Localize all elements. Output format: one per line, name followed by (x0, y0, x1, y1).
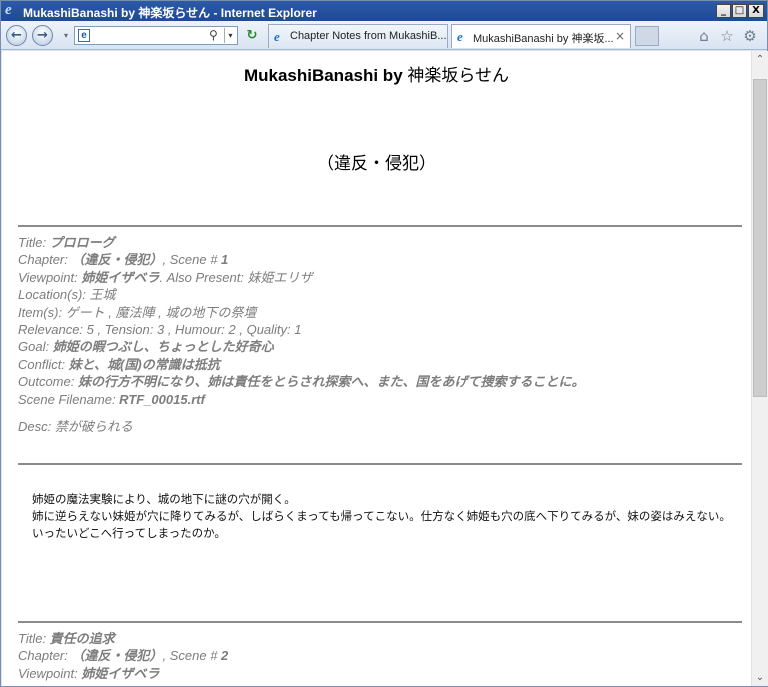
search-icon[interactable]: ⚲ (209, 28, 223, 43)
home-icon[interactable]: ⌂ (695, 27, 713, 45)
scene-also-present: 妹姫エリザ (247, 269, 313, 285)
synopsis-line: いったいどこへ行ってしまったのか。 (32, 526, 226, 540)
label: Title: (18, 631, 50, 646)
maximize-button[interactable]: □ (732, 4, 747, 18)
page-title: MukashiBanashi by 神楽坂らせん (2, 61, 751, 86)
scene-title-line: Title: 責任の追求 (18, 630, 742, 647)
scroll-down-icon[interactable]: ⌄ (752, 669, 768, 686)
scene-title-line: Title: プロローグ (18, 234, 742, 251)
minimize-button[interactable]: _ (716, 4, 731, 18)
window-title: MukashiBanashi by 神楽坂らせん - Internet Expl… (23, 6, 317, 20)
scene-chapter: （違反・侵犯） (71, 252, 163, 268)
title-bar[interactable]: e MukashiBanashi by 神楽坂らせん - Internet Ex… (1, 1, 767, 21)
label: Title: (18, 235, 50, 250)
forward-button[interactable]: → (32, 25, 53, 46)
scroll-up-icon[interactable]: ⌃ (752, 51, 768, 68)
scene-viewpoint: 姉姫イザベラ (81, 665, 160, 681)
ie-tab-icon: e (274, 29, 280, 44)
label: Goal: (18, 339, 53, 355)
scene-items: ゲート , 魔法陣 , 城の地下の祭壇 (65, 304, 257, 320)
scene-title: プロローグ (49, 235, 115, 250)
scene-filename: RTF_00015.rtf (119, 391, 205, 407)
scene-title: 責任の追求 (49, 631, 115, 646)
scene-goal-line: Goal: 姉姫の暇つぶし、ちょっとした好奇心 (18, 338, 742, 355)
divider (18, 225, 742, 227)
scene-outcome-line: Outcome: 妹の行方不明になり、姉は責任をとらされ探索へ、また、国をあげて… (18, 373, 742, 390)
scene-chapter: （違反・侵犯） (71, 648, 163, 664)
tab-mukashibanashi[interactable]: e MukashiBanashi by 神楽坂... × (451, 24, 631, 48)
scene-items-line: Item(s): ゲート , 魔法陣 , 城の地下の祭壇 (18, 304, 742, 321)
scene-ratings-line: Relevance: 5 , Tension: 3 , Humour: 2 , … (18, 321, 302, 337)
chapter-heading: （違反・侵犯） (317, 154, 436, 174)
label: Conflict: (18, 356, 69, 372)
scene-location-line: Location(s): 王城 (18, 286, 742, 303)
label: Desc: (18, 418, 55, 434)
scene-outcome: 妹の行方不明になり、姉は責任をとらされ探索へ、また、国をあげて捜索することに。 (77, 374, 585, 390)
divider (18, 463, 742, 465)
page-title-author: 神楽坂らせん (407, 66, 510, 85)
scene-chapter-line: Chapter: （違反・侵犯）, Scene # 1 (18, 251, 742, 268)
scene-viewpoint-line: Viewpoint: 姉姫イザベラ (18, 665, 742, 682)
ie-logo-icon: e (5, 2, 12, 18)
address-dropdown-icon[interactable]: ▾ (224, 28, 236, 43)
close-tab-icon[interactable]: × (615, 29, 625, 43)
back-button[interactable]: ← (6, 25, 27, 46)
tab-label: Chapter Notes from MukashiB... (290, 30, 447, 42)
vertical-scrollbar[interactable]: ⌃ ⌄ (751, 51, 768, 686)
label: , Scene # (162, 252, 222, 268)
new-tab-button[interactable] (635, 26, 659, 46)
address-bar[interactable]: e ⚲ ▾ (74, 26, 238, 45)
page-content: MukashiBanashi by 神楽坂らせん （違反・侵犯） Title: … (2, 51, 751, 686)
scene-conflict: 妹と、城(国)の常識は抵抗 (68, 356, 220, 372)
label: Viewpoint: (18, 665, 82, 681)
ie-tab-icon: e (457, 29, 463, 44)
label: Chapter: (18, 252, 72, 268)
favorites-icon[interactable]: ☆ (718, 27, 736, 45)
tab-label: MukashiBanashi by 神楽坂... (473, 33, 614, 45)
scene-chapter-line: Chapter: （違反・侵犯）, Scene # 2 (18, 647, 742, 664)
label: Item(s): (18, 304, 66, 320)
refresh-button[interactable]: ↻ (242, 27, 262, 45)
scene-viewpoint-line: Viewpoint: 姉姫イザベラ. Also Present: 妹姫エリザ (18, 269, 742, 286)
scene-desc: 禁が破られる (54, 418, 133, 434)
browser-window: e MukashiBanashi by 神楽坂らせん - Internet Ex… (0, 0, 768, 687)
page-title-latin: MukashiBanashi by (243, 66, 408, 85)
page-icon: e (78, 29, 90, 42)
scene-conflict-line: Conflict: 妹と、城(国)の常識は抵抗 (18, 356, 742, 373)
label: Viewpoint: (18, 269, 82, 285)
scroll-thumb[interactable] (753, 79, 767, 397)
scene-block-1: Title: プロローグ Chapter: （違反・侵犯）, Scene # 1… (18, 234, 742, 435)
scene-filename-line: Scene Filename: RTF_00015.rtf (18, 391, 742, 408)
scene-block-2: Title: 責任の追求 Chapter: （違反・侵犯）, Scene # 2… (18, 630, 742, 682)
synopsis-line: 姉姫の魔法実験により、城の地下に謎の穴が開く。 (32, 492, 296, 506)
scene-number: 2 (221, 648, 229, 664)
scene-goal: 姉姫の暇つぶし、ちょっとした好奇心 (52, 339, 274, 355)
scene-number: 1 (221, 252, 229, 268)
label: Scene Filename: (18, 391, 120, 407)
history-dropdown-icon[interactable]: ▾ (64, 32, 72, 40)
label: , Scene # (162, 648, 222, 664)
scene-desc-line: Desc: 禁が破られる (18, 418, 742, 435)
label: Chapter: (18, 648, 72, 664)
synopsis-line: 姉に逆らえない妹姫が穴に降りてみるが、しばらくまっても帰ってこない。仕方なく姉姫… (32, 509, 731, 523)
label: Outcome: (18, 374, 78, 390)
navigation-bar: ← → ▾ e ⚲ ▾ ↻ e Chapter Notes from Mukas… (1, 21, 767, 50)
label: Location(s): (18, 287, 90, 303)
label: . Also Present: (159, 269, 248, 285)
close-button[interactable]: X (748, 4, 764, 18)
tab-chapter-notes[interactable]: e Chapter Notes from MukashiB... (268, 24, 448, 48)
scene-viewpoint: 姉姫イザベラ (81, 269, 160, 285)
scene-location: 王城 (89, 287, 116, 303)
divider (18, 621, 742, 623)
scene-synopsis: 姉姫の魔法実験により、城の地下に謎の穴が開く。 姉に逆らえない妹姫が穴に降りてみ… (32, 491, 732, 542)
settings-gear-icon[interactable]: ⚙ (741, 27, 759, 45)
